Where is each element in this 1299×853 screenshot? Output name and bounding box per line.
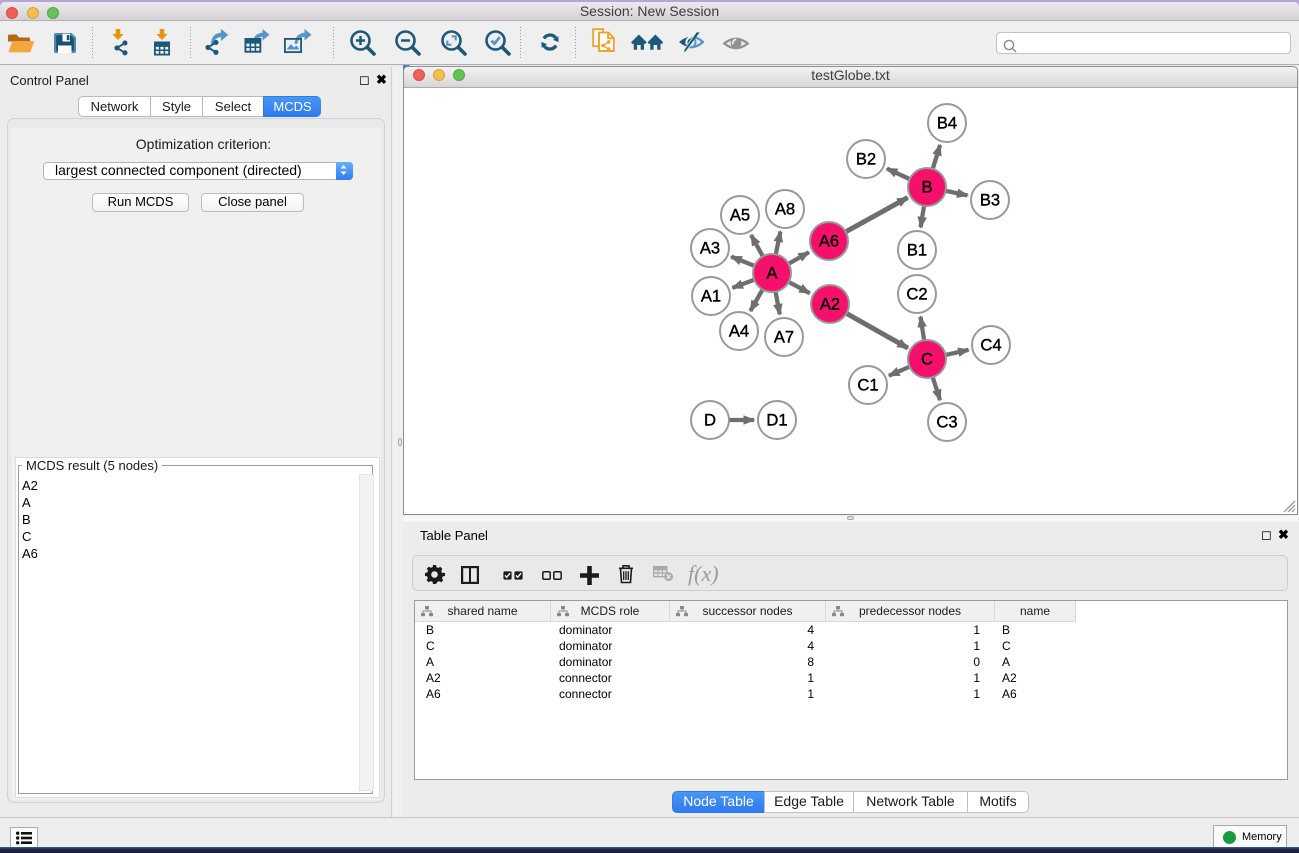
svg-text:C3: C3 bbox=[936, 413, 957, 432]
svg-text:B2: B2 bbox=[856, 150, 876, 169]
svg-text:A4: A4 bbox=[729, 322, 749, 341]
svg-text:A7: A7 bbox=[774, 328, 794, 347]
svg-text:C: C bbox=[921, 350, 933, 369]
svg-text:C1: C1 bbox=[857, 376, 878, 395]
svg-text:A1: A1 bbox=[701, 287, 721, 306]
svg-text:B: B bbox=[921, 178, 932, 197]
svg-text:B3: B3 bbox=[980, 191, 1000, 210]
svg-text:B1: B1 bbox=[907, 241, 927, 260]
svg-text:A5: A5 bbox=[730, 206, 750, 225]
svg-text:C4: C4 bbox=[980, 336, 1001, 355]
svg-text:A2: A2 bbox=[820, 295, 840, 314]
svg-text:D: D bbox=[704, 411, 716, 430]
svg-text:A8: A8 bbox=[775, 200, 795, 219]
svg-text:C2: C2 bbox=[906, 285, 927, 304]
svg-text:D1: D1 bbox=[766, 411, 787, 430]
svg-text:B4: B4 bbox=[937, 114, 957, 133]
svg-text:A6: A6 bbox=[819, 232, 839, 251]
svg-text:A: A bbox=[766, 264, 778, 283]
svg-text:A3: A3 bbox=[700, 239, 720, 258]
